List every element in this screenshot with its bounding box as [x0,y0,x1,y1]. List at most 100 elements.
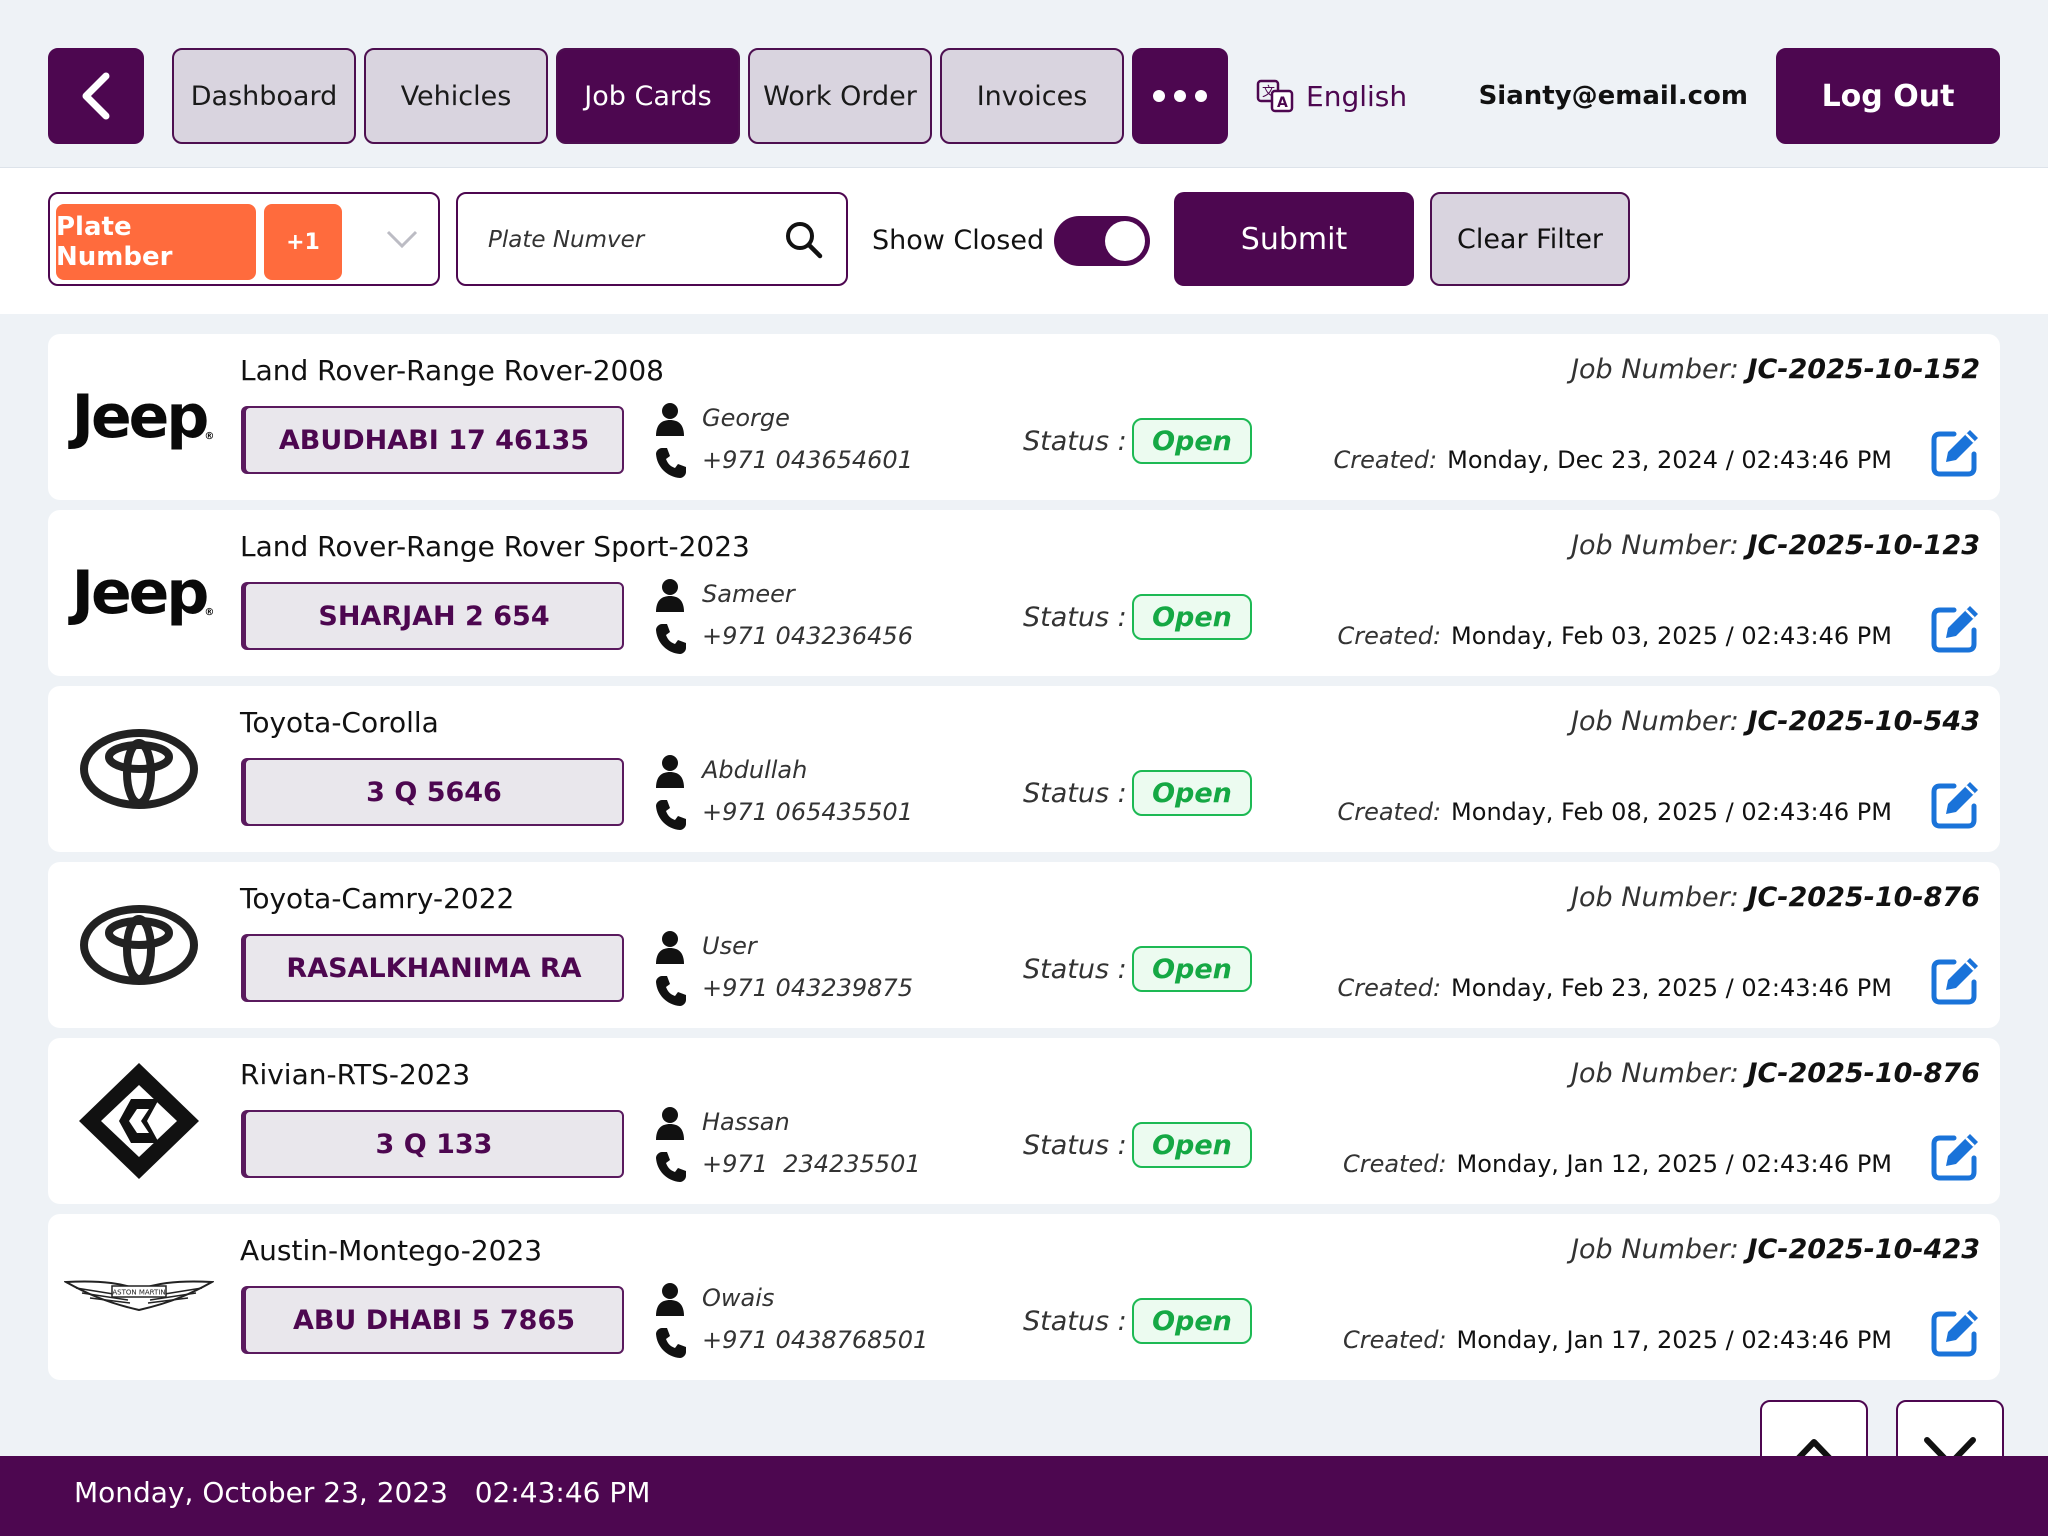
person-icon [656,755,684,788]
person-icon [656,931,684,964]
status-badge: Open [1132,594,1252,640]
language-label: English [1306,79,1408,113]
status-label: Status : [1023,426,1127,457]
translate-icon: 文 A [1256,79,1294,113]
vehicle-name: Austin-Montego-2023 [240,1234,543,1267]
phone-icon [656,1152,686,1182]
tab-job-cards[interactable]: Job Cards [556,48,740,144]
created-label: Created: [1337,798,1442,826]
logout-button[interactable]: Log Out [1776,48,2000,144]
brand-logo [64,1058,214,1184]
tab-vehicles[interactable]: Vehicles [364,48,548,144]
created-date: Created: Monday, Feb 03, 2025 / 02:43:46 … [1337,622,1892,650]
show-closed-toggle[interactable] [1054,216,1150,266]
created-date: Created: Monday, Jan 17, 2025 / 02:43:46 … [1342,1326,1892,1354]
extra-filter-count-chip[interactable]: +1 [264,204,342,280]
created-label: Created: [1342,1150,1447,1178]
customer-phone: +971 234235501 [702,1150,921,1178]
phone-icon [656,448,686,478]
chevron-left-icon [82,72,110,120]
person-icon [656,1283,684,1316]
customer-phone: +971 065435501 [702,798,913,826]
job-card-4[interactable]: Toyota-Camry-2022 RASALKHANIMA RA User +… [48,862,2000,1028]
customer-phone: +971 0438768501 [702,1326,929,1354]
phone-icon [656,624,686,654]
plate-number: ABUDHABI 17 46135 [244,406,624,474]
status-label: Status : [1023,602,1127,633]
svg-text:ASTON MARTIN: ASTON MARTIN [112,1289,165,1297]
vehicle-name: Land Rover-Range Rover Sport-2023 [240,530,750,563]
rivian-logo [79,1063,199,1179]
phone-icon [656,976,686,1006]
selected-filter-chip[interactable]: Plate Number [56,204,256,280]
aston-martin-logo: ASTON MARTIN [64,1280,214,1312]
top-nav-bar: Dashboard Vehicles Job Cards Work Order … [0,0,2048,168]
status-badge: Open [1132,1122,1252,1168]
created-date: Created: Monday, Dec 23, 2024 / 02:43:46 … [1333,446,1892,474]
jeep-logo: Jeep ® [71,382,215,452]
job-number: Job Number: JC-2025-10-123 [1571,530,1980,561]
language-selector[interactable]: 文 A English [1256,76,1407,116]
tab-dashboard[interactable]: Dashboard [172,48,356,144]
job-number-label: Job Number: [1571,530,1739,561]
job-card-6[interactable]: ASTON MARTIN Austin-Montego-2023 ABU DHA… [48,1214,2000,1380]
customer-name: Owais [702,1284,775,1312]
created-date: Created: Monday, Feb 08, 2025 / 02:43:46 … [1337,798,1892,826]
filter-field-select[interactable]: Plate Number +1 [48,192,440,286]
edit-icon[interactable] [1930,1130,1982,1182]
customer-phone: +971 043239875 [702,974,913,1002]
chevron-down-icon[interactable] [384,224,420,254]
status-footer: Monday, October 23, 2023 02:43:46 PM [0,1456,2048,1536]
status-label: Status : [1023,1306,1127,1337]
search-field[interactable] [456,192,848,286]
plate-number: RASALKHANIMA RA [244,934,624,1002]
edit-icon[interactable] [1930,778,1982,830]
brand-logo: ASTON MARTIN [64,1234,214,1360]
search-icon[interactable] [784,220,824,260]
footer-datetime: Monday, October 23, 2023 02:43:46 PM [74,1476,650,1509]
job-card-3[interactable]: Toyota-Corolla 3 Q 5646 Abdullah +971 06… [48,686,2000,852]
more-dots-icon [1153,90,1207,102]
edit-icon[interactable] [1930,954,1982,1006]
status-label: Status : [1023,778,1127,809]
filter-bar: Plate Number +1 Show Closed Submit Clear… [0,168,2048,314]
status-label: Status : [1023,954,1127,985]
job-card-2[interactable]: Jeep ® Land Rover-Range Rover Sport-2023 … [48,510,2000,676]
customer-name: User [702,932,757,960]
tab-invoices[interactable]: Invoices [940,48,1124,144]
show-closed-label: Show Closed [872,224,1045,256]
customer-name: George [702,404,790,432]
job-number: Job Number: JC-2025-10-543 [1571,706,1980,737]
more-menu-button[interactable] [1132,48,1228,144]
person-icon [656,1107,684,1140]
status-badge: Open [1132,946,1252,992]
vehicle-name: Toyota-Corolla [240,706,439,739]
job-number-label: Job Number: [1571,1234,1739,1265]
toyota-logo [80,729,198,809]
job-number: Job Number: JC-2025-10-152 [1571,354,1980,385]
person-icon [656,403,684,436]
jeep-logo: Jeep ® [71,558,215,628]
edit-icon[interactable] [1930,602,1982,654]
submit-button[interactable]: Submit [1174,192,1414,286]
job-number-label: Job Number: [1571,1058,1739,1089]
customer-phone: +971 043654601 [702,446,913,474]
job-number: Job Number: JC-2025-10-876 [1571,1058,1980,1089]
status-badge: Open [1132,418,1252,464]
job-card-1[interactable]: Jeep ® Land Rover-Range Rover-2008 ABUDHA… [48,334,2000,500]
back-button[interactable] [48,48,144,144]
edit-icon[interactable] [1930,1306,1982,1358]
vehicle-name: Toyota-Camry-2022 [240,882,515,915]
search-input[interactable] [488,218,778,262]
status-label: Status : [1023,1130,1127,1161]
brand-logo: Jeep ® [64,530,215,656]
created-date: Created: Monday, Jan 12, 2025 / 02:43:46 … [1342,1150,1892,1178]
created-label: Created: [1337,974,1442,1002]
user-email: Sianty@email.com [1478,81,1748,111]
clear-filter-button[interactable]: Clear Filter [1430,192,1630,286]
edit-icon[interactable] [1930,426,1982,478]
brand-logo [64,882,214,1008]
job-card-5[interactable]: Rivian-RTS-2023 3 Q 133 Hassan +971 2342… [48,1038,2000,1204]
created-label: Created: [1333,446,1438,474]
tab-work-order[interactable]: Work Order [748,48,932,144]
